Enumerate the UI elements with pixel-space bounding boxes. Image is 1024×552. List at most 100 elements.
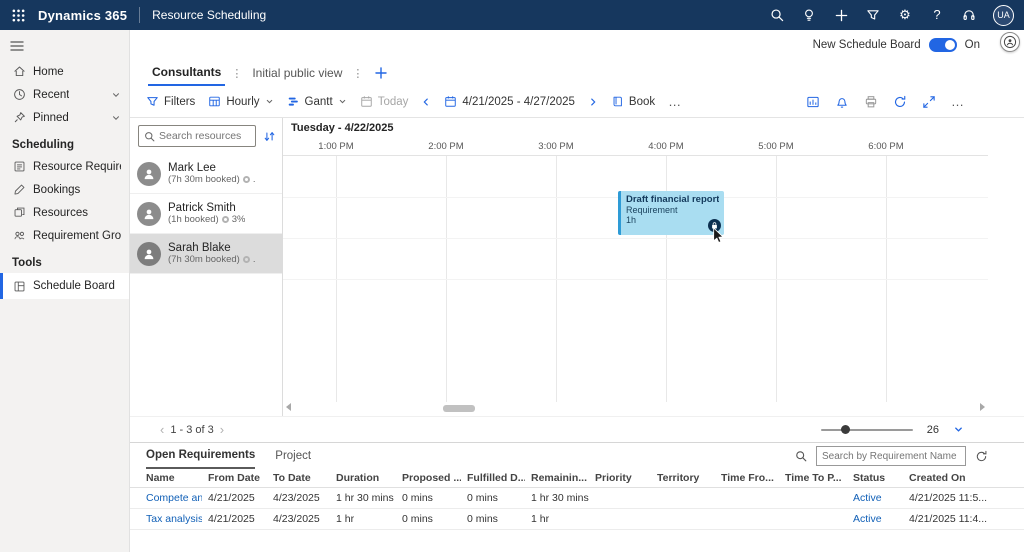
chevron-down-icon[interactable] bbox=[111, 113, 121, 123]
refresh-icon[interactable] bbox=[975, 450, 988, 463]
scroll-left-icon[interactable] bbox=[286, 403, 291, 411]
column-header[interactable]: To Date bbox=[267, 469, 330, 488]
date-range-picker[interactable]: 4/21/2025 - 4/27/2025 bbox=[444, 95, 575, 108]
sidebar-item-recent[interactable]: Recent bbox=[0, 83, 129, 106]
schedule-grid[interactable]: Tuesday - 4/22/2025 1:00 PM 2:00 PM 3:00… bbox=[283, 118, 988, 416]
next-page-icon[interactable]: › bbox=[214, 422, 230, 437]
headset-assistant-icon[interactable] bbox=[961, 7, 977, 23]
resource-search-row bbox=[130, 125, 282, 154]
notifications-bell-icon[interactable] bbox=[835, 95, 849, 109]
quick-create-plus-icon[interactable] bbox=[833, 7, 849, 23]
day-header: Tuesday - 4/22/2025 bbox=[291, 122, 394, 134]
column-header[interactable]: Duration bbox=[330, 469, 396, 488]
hourly-grid-icon bbox=[208, 95, 221, 108]
column-header[interactable]: Proposed ... bbox=[396, 469, 461, 488]
board-toolbar: Filters Hourly Gantt bbox=[130, 86, 1024, 118]
assistant-button[interactable] bbox=[1000, 32, 1020, 52]
cell: 1 hr 30 mins bbox=[330, 488, 396, 509]
help-icon[interactable]: ? bbox=[929, 7, 945, 23]
requirement-name-link[interactable]: Tax analysis bbox=[130, 509, 202, 530]
sidebar-item-home[interactable]: Home bbox=[0, 60, 129, 83]
resource-row-sarah-blake[interactable]: Sarah Blake (7h 30m booked) . bbox=[130, 234, 282, 274]
gantt-icon bbox=[287, 95, 300, 108]
sidebar-item-pinned[interactable]: Pinned bbox=[0, 106, 129, 129]
sidebar-item-label: Pinned bbox=[33, 112, 69, 124]
column-header[interactable]: Created On bbox=[903, 469, 1024, 488]
table-row[interactable]: Tax analysis 4/21/2025 4/23/2025 1 hr 0 … bbox=[130, 509, 1024, 530]
zoom-slider[interactable] bbox=[821, 429, 913, 431]
filters-button[interactable]: Filters bbox=[146, 95, 195, 108]
hourly-view-dropdown[interactable]: Hourly bbox=[208, 95, 273, 108]
previous-page-icon[interactable]: ‹ bbox=[154, 422, 170, 437]
scroll-right-icon[interactable] bbox=[980, 403, 985, 411]
tab-options-icon[interactable]: ⋮ bbox=[229, 60, 244, 86]
module-title[interactable]: Resource Scheduling bbox=[152, 8, 266, 22]
column-header[interactable]: Remainin... bbox=[525, 469, 589, 488]
resource-search-box bbox=[138, 125, 256, 147]
previous-week-button[interactable] bbox=[421, 97, 431, 107]
hamburger-menu-icon[interactable] bbox=[0, 36, 34, 60]
column-header[interactable]: Time Fro... bbox=[715, 469, 779, 488]
column-header[interactable]: Territory bbox=[651, 469, 715, 488]
column-header[interactable]: From Date bbox=[202, 469, 267, 488]
sidebar-item-label: Schedule Board bbox=[33, 280, 115, 292]
lightbulb-icon[interactable] bbox=[801, 7, 817, 23]
new-schedule-board-toggle[interactable] bbox=[929, 38, 957, 52]
cell bbox=[715, 509, 779, 530]
refresh-icon[interactable] bbox=[893, 95, 907, 109]
column-header[interactable]: Status bbox=[847, 469, 903, 488]
column-header[interactable]: Fulfilled D... bbox=[461, 469, 525, 488]
column-header[interactable]: Name bbox=[130, 469, 202, 488]
utilization-donut-icon bbox=[222, 216, 229, 223]
time-label: 1:00 PM bbox=[314, 141, 358, 152]
sidebar-item-label: Resource Requireme... bbox=[33, 161, 121, 173]
tab-options-icon[interactable]: ⋮ bbox=[350, 60, 365, 86]
add-board-tab-button[interactable] bbox=[369, 60, 393, 86]
chevron-down-icon[interactable] bbox=[111, 90, 121, 100]
search-icon[interactable] bbox=[795, 450, 807, 462]
today-button[interactable]: Today bbox=[360, 95, 409, 108]
tab-project[interactable]: Project bbox=[275, 443, 311, 469]
requirement-name-link[interactable]: Compete analy bbox=[130, 488, 202, 509]
gantt-view-dropdown[interactable]: Gantt bbox=[287, 95, 347, 108]
waffle-menu-icon[interactable] bbox=[10, 7, 26, 23]
utilization-percent: . bbox=[253, 174, 256, 185]
more-options-icon[interactable]: … bbox=[951, 97, 964, 107]
more-commands-icon[interactable]: … bbox=[668, 97, 681, 107]
cell bbox=[715, 488, 779, 509]
search-icon[interactable] bbox=[769, 7, 785, 23]
sidebar-item-resources[interactable]: Resources bbox=[0, 201, 129, 224]
tab-consultants[interactable]: Consultants bbox=[148, 60, 225, 86]
horizontal-scrollbar-thumb[interactable] bbox=[443, 405, 475, 412]
resource-row-patrick-smith[interactable]: Patrick Smith (1h booked) 3% bbox=[130, 194, 282, 234]
sort-resources-icon[interactable] bbox=[263, 130, 276, 143]
app-title[interactable]: Dynamics 365 bbox=[38, 8, 127, 23]
sidebar-item-resource-requirements[interactable]: Resource Requireme... bbox=[0, 155, 129, 178]
filter-icon[interactable] bbox=[865, 7, 881, 23]
column-header[interactable]: Priority bbox=[589, 469, 651, 488]
resource-row-mark-lee[interactable]: Mark Lee (7h 30m booked) . bbox=[130, 154, 282, 194]
column-header[interactable]: Time To P... bbox=[779, 469, 847, 488]
book-button[interactable]: Book bbox=[611, 95, 655, 108]
tab-open-requirements[interactable]: Open Requirements bbox=[146, 443, 255, 469]
booking-block[interactable]: Draft financial report for Requirement 1… bbox=[618, 191, 724, 235]
cell: 1 hr bbox=[330, 509, 396, 530]
sidebar-item-bookings[interactable]: Bookings bbox=[0, 178, 129, 201]
board-settings-icon[interactable] bbox=[806, 95, 820, 109]
search-resources-input[interactable] bbox=[159, 130, 250, 142]
sidebar-item-requirement-groups[interactable]: Requirement Groups bbox=[0, 224, 129, 247]
zoom-chevron-down-icon[interactable] bbox=[953, 424, 964, 435]
print-icon[interactable] bbox=[864, 95, 878, 109]
user-avatar[interactable]: UA bbox=[993, 5, 1014, 26]
zoom-slider-thumb[interactable] bbox=[841, 425, 850, 434]
table-row[interactable]: Compete analy 4/21/2025 4/23/2025 1 hr 3… bbox=[130, 488, 1024, 509]
next-week-button[interactable] bbox=[588, 97, 598, 107]
settings-gear-icon[interactable]: ⚙ bbox=[897, 7, 913, 23]
tab-initial-public-view[interactable]: Initial public view bbox=[248, 60, 346, 86]
fullscreen-expand-icon[interactable] bbox=[922, 95, 936, 109]
requirement-search-input[interactable] bbox=[816, 446, 966, 466]
sidebar-item-schedule-board[interactable]: Schedule Board bbox=[0, 273, 129, 299]
resource-avatar-icon bbox=[137, 242, 161, 266]
resource-name: Sarah Blake bbox=[168, 242, 255, 254]
clipboard-list-icon bbox=[12, 160, 26, 174]
